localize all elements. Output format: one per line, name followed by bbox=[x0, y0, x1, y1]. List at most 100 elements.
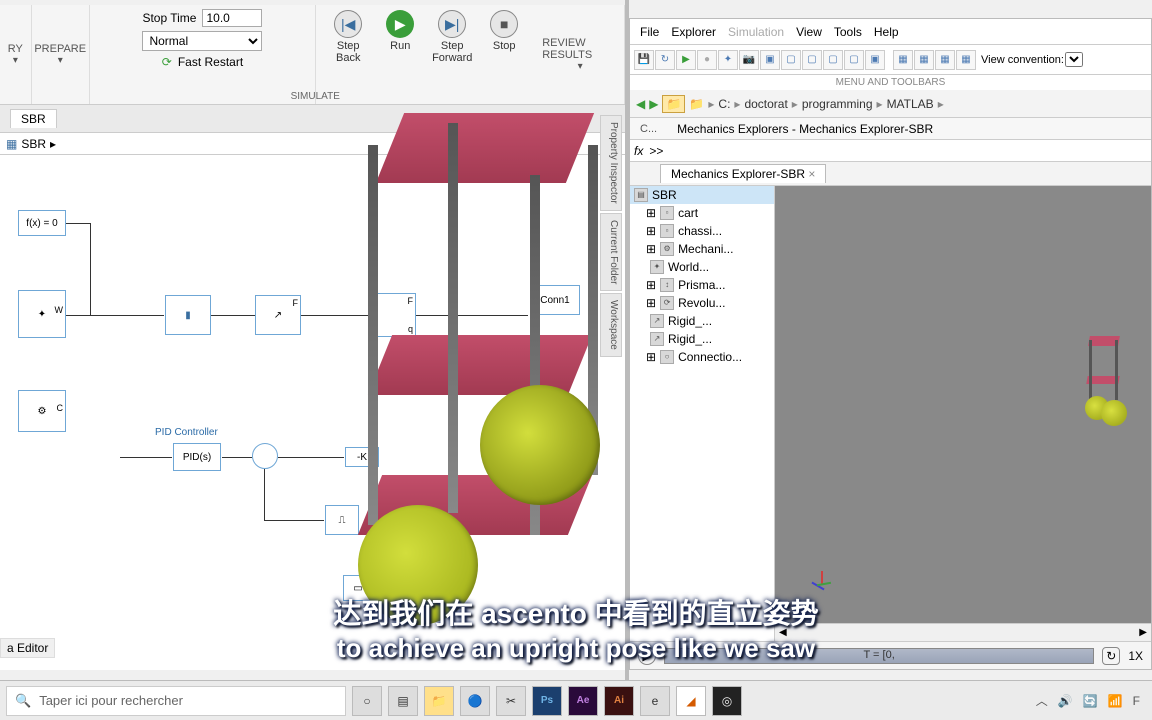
view-front-icon[interactable]: ▢ bbox=[781, 50, 801, 70]
path-item[interactable]: SBR bbox=[21, 137, 46, 151]
layout-3-icon[interactable]: ▦ bbox=[935, 50, 955, 70]
world-frame-block[interactable]: ✦W bbox=[18, 290, 66, 338]
explorer-tab[interactable]: Mechanics Explorer-SBR × bbox=[660, 164, 826, 183]
volume-icon[interactable]: 🔊 bbox=[1058, 694, 1073, 708]
run-button[interactable]: ▶ Run bbox=[374, 7, 426, 52]
menu-view[interactable]: View bbox=[796, 25, 822, 39]
chevron-down-icon[interactable]: ▾ bbox=[578, 61, 583, 72]
solver-config-block[interactable]: ⚙C bbox=[18, 390, 66, 432]
workspace-tab[interactable]: Workspace bbox=[600, 293, 622, 357]
hierarchy-icon[interactable]: ▦ bbox=[6, 137, 17, 151]
chrome-icon[interactable]: 🔵 bbox=[460, 686, 490, 716]
model-tab-sbr[interactable]: SBR bbox=[10, 109, 57, 128]
signal-line bbox=[66, 223, 90, 224]
property-inspector-tab[interactable]: Property Inspector bbox=[600, 115, 622, 211]
snip-icon[interactable]: ✂ bbox=[496, 686, 526, 716]
stop-label: Stop bbox=[493, 40, 516, 52]
photoshop-icon[interactable]: Ps bbox=[532, 686, 562, 716]
save-icon[interactable]: 💾 bbox=[634, 50, 654, 70]
step-block[interactable]: ⎍ bbox=[325, 505, 359, 535]
nav-fwd-icon[interactable]: ▶ bbox=[649, 97, 658, 111]
signal-line bbox=[90, 223, 91, 315]
crumb[interactable]: MATLAB bbox=[887, 97, 934, 111]
gear-icon: ⚙ bbox=[38, 406, 47, 417]
step-forward-button[interactable]: ▶| Step Forward bbox=[426, 7, 478, 64]
prompt[interactable]: >> bbox=[649, 144, 663, 158]
obs-icon[interactable]: ◎ bbox=[712, 686, 742, 716]
chevron-down-icon[interactable]: ▾ bbox=[58, 55, 63, 66]
nav-folder-icon[interactable]: 📁 bbox=[689, 97, 704, 111]
transform-block[interactable]: ↗F bbox=[255, 295, 301, 335]
sum-block[interactable] bbox=[252, 443, 278, 469]
axes-icon: ↗ bbox=[274, 310, 282, 321]
mechanics-toolbar: 💾 ↻ ▶ ● ✦ 📷 ▣ ▢ ▢ ▢ ▢ ▣ ▦ ▦ ▦ ▦ View con… bbox=[630, 45, 1151, 75]
wifi-icon[interactable]: 📶 bbox=[1108, 694, 1123, 708]
simulate-group: Stop Time Normal ⟳ Fast Restart SIMULATE bbox=[90, 5, 317, 104]
crumb[interactable]: C: bbox=[718, 97, 730, 111]
compass-icon[interactable]: ✦ bbox=[718, 50, 738, 70]
chevron-up-icon[interactable]: ︿ bbox=[1036, 692, 1048, 709]
stop-button[interactable]: ■ Stop bbox=[478, 7, 530, 52]
layout-4-icon[interactable]: ▦ bbox=[956, 50, 976, 70]
aftereffects-icon[interactable]: Ae bbox=[568, 686, 598, 716]
menu-tools[interactable]: Tools bbox=[834, 25, 862, 39]
joint-block[interactable]: Fq bbox=[370, 293, 416, 337]
menu-simulation[interactable]: Simulation bbox=[728, 25, 784, 39]
crumb[interactable]: programming bbox=[802, 97, 873, 111]
3d-viewport[interactable] bbox=[775, 186, 1151, 623]
transform-icon: ↗ bbox=[650, 332, 664, 346]
step-back-icon: |◀ bbox=[334, 10, 362, 38]
gain-block[interactable]: -K bbox=[345, 447, 379, 467]
pid-block[interactable]: PID(s) bbox=[173, 443, 221, 471]
taskbar-search[interactable]: 🔍 Taper ici pour rechercher bbox=[6, 686, 346, 716]
nav-back-icon[interactable]: ◀ bbox=[636, 97, 645, 111]
view-back-icon[interactable]: ▢ bbox=[844, 50, 864, 70]
matlab-icon[interactable]: ◢ bbox=[676, 686, 706, 716]
task-view-icon[interactable]: ▤ bbox=[388, 686, 418, 716]
view-iso-icon[interactable]: ▣ bbox=[760, 50, 780, 70]
menu-file[interactable]: File bbox=[640, 25, 659, 39]
sim-mode-select[interactable]: Normal bbox=[142, 31, 262, 51]
ribbon-section-label: RY bbox=[8, 43, 23, 55]
step-back-button[interactable]: |◀ Step Back bbox=[322, 7, 374, 64]
fx-icon[interactable]: ffxx bbox=[634, 144, 643, 158]
fast-restart-icon[interactable]: ⟳ bbox=[162, 55, 172, 69]
menu-help[interactable]: Help bbox=[874, 25, 899, 39]
simulink-editor: SBR ▦ SBR ▸ f(x) = 0 ✦W ⚙C ▮ ↗F Fq Conn1… bbox=[0, 105, 625, 670]
record-icon[interactable]: ● bbox=[697, 50, 717, 70]
current-folder-tab[interactable]: Current Folder bbox=[600, 213, 622, 291]
close-icon[interactable]: × bbox=[808, 167, 815, 181]
address-bar[interactable]: ◀ ▶ 📁 📁 ▸ C:▸ doctorat▸ programming▸ MAT… bbox=[630, 90, 1151, 118]
nav-up-icon[interactable]: 📁 bbox=[662, 95, 685, 113]
view-side-icon[interactable]: ▢ bbox=[802, 50, 822, 70]
solid-block[interactable]: ▮ bbox=[165, 295, 211, 335]
tree-node: ✦World... bbox=[630, 258, 774, 276]
signal-line bbox=[301, 315, 369, 316]
fx-block[interactable]: f(x) = 0 bbox=[18, 210, 66, 236]
sync-icon[interactable]: 🔄 bbox=[1083, 694, 1098, 708]
layout-1-icon[interactable]: ▦ bbox=[893, 50, 913, 70]
conn-port-block[interactable]: Conn1 bbox=[530, 285, 580, 315]
step-forward-icon: ▶| bbox=[438, 10, 466, 38]
camera-icon[interactable]: 📷 bbox=[739, 50, 759, 70]
chevron-right-icon: ▸ bbox=[50, 137, 56, 151]
layout-2-icon[interactable]: ▦ bbox=[914, 50, 934, 70]
play-icon[interactable]: ▶ bbox=[676, 50, 696, 70]
view-top-icon[interactable]: ▢ bbox=[823, 50, 843, 70]
mechanics-explorer-window: File Explorer Simulation View Tools Help… bbox=[629, 18, 1152, 670]
menu-explorer[interactable]: Explorer bbox=[671, 25, 716, 39]
view-convention-select[interactable] bbox=[1065, 52, 1083, 67]
crumb[interactable]: doctorat bbox=[744, 97, 787, 111]
view-persp-icon[interactable]: ▣ bbox=[865, 50, 885, 70]
chevron-down-icon[interactable]: ▾ bbox=[13, 55, 18, 66]
stop-time-input[interactable] bbox=[202, 9, 262, 27]
model-path-bar[interactable]: ▦ SBR ▸ bbox=[0, 133, 625, 155]
system-tray[interactable]: ︿ 🔊 🔄 📶 F bbox=[1036, 692, 1146, 709]
edge-icon[interactable]: e bbox=[640, 686, 670, 716]
illustrator-icon[interactable]: Ai bbox=[604, 686, 634, 716]
fast-restart-toggle[interactable]: Fast Restart bbox=[178, 55, 243, 69]
model-tree[interactable]: ▤SBR ⊞▫cart ⊞▫chassi... ⊞⚙Mechani... ✦Wo… bbox=[630, 186, 775, 641]
cortana-icon[interactable]: ○ bbox=[352, 686, 382, 716]
refresh-icon[interactable]: ↻ bbox=[655, 50, 675, 70]
explorer-icon[interactable]: 📁 bbox=[424, 686, 454, 716]
